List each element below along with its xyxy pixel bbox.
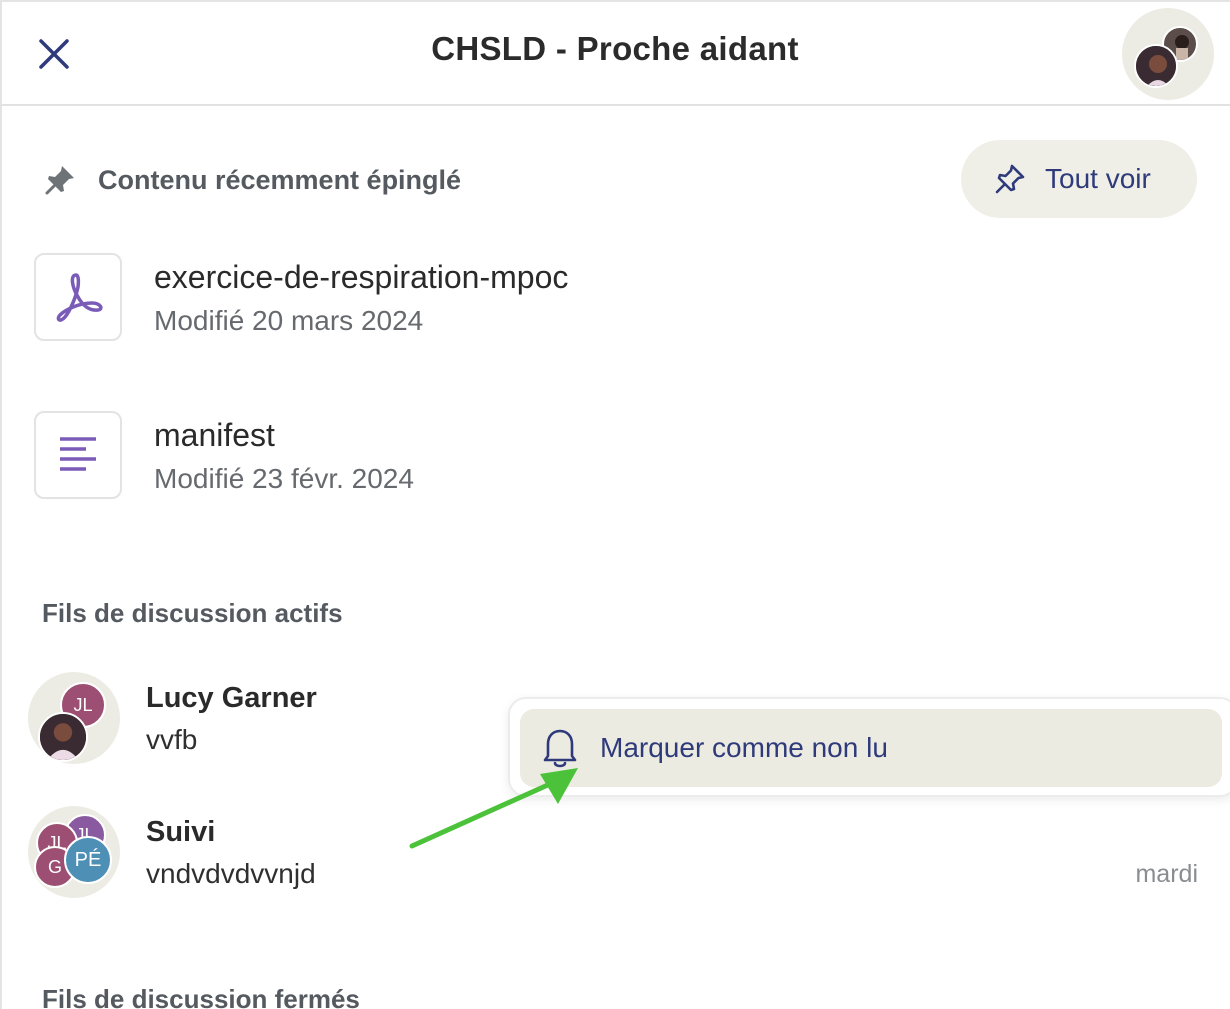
mark-unread-label: Marquer comme non lu bbox=[600, 732, 888, 763]
pinned-file[interactable]: manifest Modifié 23 févr. 2024 bbox=[34, 411, 634, 501]
pinned-section-label: Contenu récemment épinglé bbox=[98, 164, 462, 195]
avatar-initials: PÉ bbox=[64, 836, 112, 884]
file-icon-box bbox=[34, 411, 122, 499]
see-all-label: Tout voir bbox=[1045, 163, 1151, 194]
avatar-photo bbox=[1134, 44, 1178, 88]
file-modified-date: Modifié 23 févr. 2024 bbox=[154, 463, 414, 494]
see-all-button[interactable]: Tout voir bbox=[961, 140, 1197, 218]
pinned-file[interactable]: exercice-de-respiration-mpoc Modifié 20 … bbox=[34, 253, 634, 343]
mark-unread-menu-item[interactable]: Marquer comme non lu bbox=[520, 709, 1222, 787]
thread-date: mardi bbox=[1135, 860, 1198, 888]
annotation-arrow-icon bbox=[409, 768, 578, 849]
file-name: exercice-de-respiration-mpoc bbox=[154, 259, 569, 295]
file-name: manifest bbox=[154, 417, 275, 453]
thread-name: Suivi bbox=[146, 816, 216, 848]
thread-avatar: JL JL G PÉ bbox=[28, 806, 120, 898]
pinned-section-header: Contenu récemment épinglé bbox=[40, 158, 461, 202]
header: CHSLD - Proche aidant bbox=[0, 0, 1230, 106]
group-avatar[interactable] bbox=[1122, 8, 1214, 100]
active-threads-title: Fils de discussion actifs bbox=[42, 598, 343, 628]
thread-last-message: vndvdvdvvnjd bbox=[146, 858, 316, 889]
context-menu: Marquer comme non lu bbox=[508, 697, 1230, 797]
text-document-icon bbox=[60, 437, 96, 471]
pin-outline-icon bbox=[995, 164, 1025, 194]
thread-avatar: JL bbox=[28, 672, 120, 764]
page-title: CHSLD - Proche aidant bbox=[431, 30, 799, 67]
thread-last-message: vvfb bbox=[146, 724, 198, 755]
closed-threads-title: Fils de discussion fermés bbox=[42, 984, 360, 1009]
pin-icon bbox=[40, 160, 80, 200]
file-icon-box bbox=[34, 253, 122, 341]
thread-row[interactable]: JL JL G PÉ Suivi vndvdvdvvnjd mardi bbox=[28, 806, 1208, 902]
pdf-icon bbox=[56, 273, 103, 322]
avatar-photo bbox=[38, 712, 88, 762]
file-modified-date: Modifié 20 mars 2024 bbox=[154, 305, 424, 336]
thread-name: Lucy Garner bbox=[146, 682, 317, 714]
